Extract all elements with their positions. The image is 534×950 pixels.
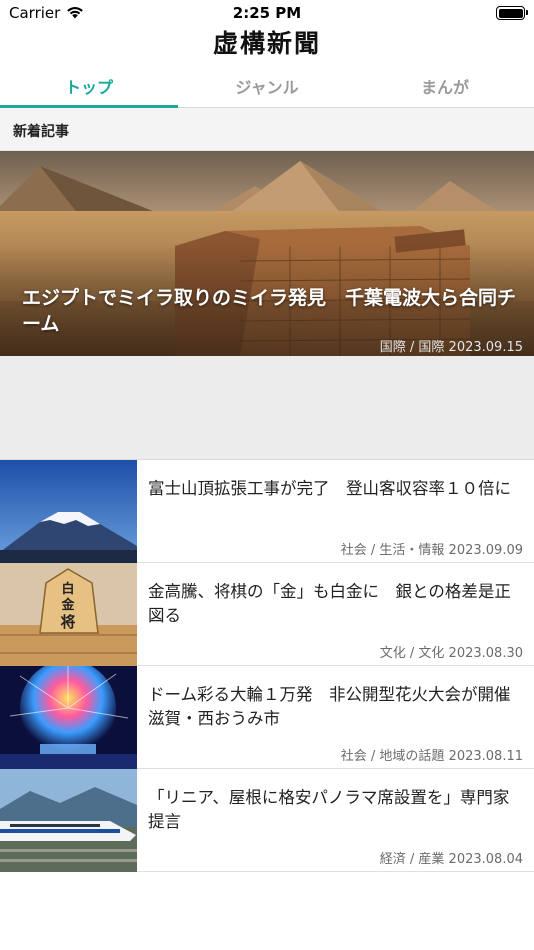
article-title: ドーム彩る大輪１万発 非公開型花火大会が開催 滋賀・西おうみ市 [148, 685, 528, 728]
article-title: 富士山頂拡張工事が完了 登山客収容率１０倍に [148, 479, 511, 498]
featured-article[interactable]: エジプトでミイラ取りのミイラ発見 千葉電波大ら合同チーム 国際 / 国際 202… [0, 151, 534, 356]
svg-text:金: 金 [60, 597, 75, 613]
tab-genre[interactable]: ジャンル [178, 62, 356, 107]
app-logo: 虚構新聞 [212, 29, 321, 58]
article-list: 富士山頂拡張工事が完了 登山客収容率１０倍に 社会 / 生活・情報 2023.0… [0, 460, 534, 872]
battery-icon [496, 6, 528, 20]
ad-placeholder [0, 356, 534, 460]
list-item[interactable]: 白 金 将 金高騰、将棋の「金」も白金に 銀との格差是正図る 文化 / 文化 2… [0, 563, 534, 666]
article-title: 金高騰、将棋の「金」も白金に 銀との格差是正図る [148, 582, 511, 625]
clock: 2:25 PM [232, 4, 302, 22]
status-bar: Carrier 2:25 PM [0, 0, 534, 26]
list-item[interactable]: 富士山頂拡張工事が完了 登山客収容率１０倍に 社会 / 生活・情報 2023.0… [0, 460, 534, 563]
article-meta: 社会 / 生活・情報 2023.09.09 [340, 543, 523, 558]
article-meta: 経済 / 産業 2023.08.04 [379, 852, 523, 867]
svg-text:将: 将 [60, 613, 75, 631]
list-item[interactable]: ドーム彩る大輪１万発 非公開型花火大会が開催 滋賀・西おうみ市 社会 / 地域の… [0, 666, 534, 769]
list-item[interactable]: 「リニア、屋根に格安パノラマ席設置を」専門家提言 経済 / 産業 2023.08… [0, 769, 534, 872]
article-meta: 社会 / 地域の話題 2023.08.11 [340, 749, 523, 764]
featured-meta: 国際 / 国際 2023.09.15 [379, 340, 523, 355]
fireworks-thumbnail [0, 666, 137, 769]
mountain-thumbnail [0, 460, 137, 563]
article-meta: 文化 / 文化 2023.08.30 [379, 646, 523, 661]
article-title: 「リニア、屋根に格安パノラマ席設置を」専門家提言 [148, 788, 510, 831]
bullet-train-thumbnail [0, 769, 137, 872]
shogi-piece-thumbnail: 白 金 将 [0, 563, 137, 666]
tab-bar: トップ ジャンル まんが [0, 62, 534, 108]
tab-top[interactable]: トップ [0, 62, 178, 108]
tab-manga[interactable]: まんが [356, 62, 534, 107]
svg-text:白: 白 [61, 581, 74, 597]
section-header: 新着記事 [0, 108, 534, 151]
section-title: 新着記事 [13, 124, 69, 140]
featured-title: エジプトでミイラ取りのミイラ発見 千葉電波大ら合同チーム [22, 287, 517, 335]
